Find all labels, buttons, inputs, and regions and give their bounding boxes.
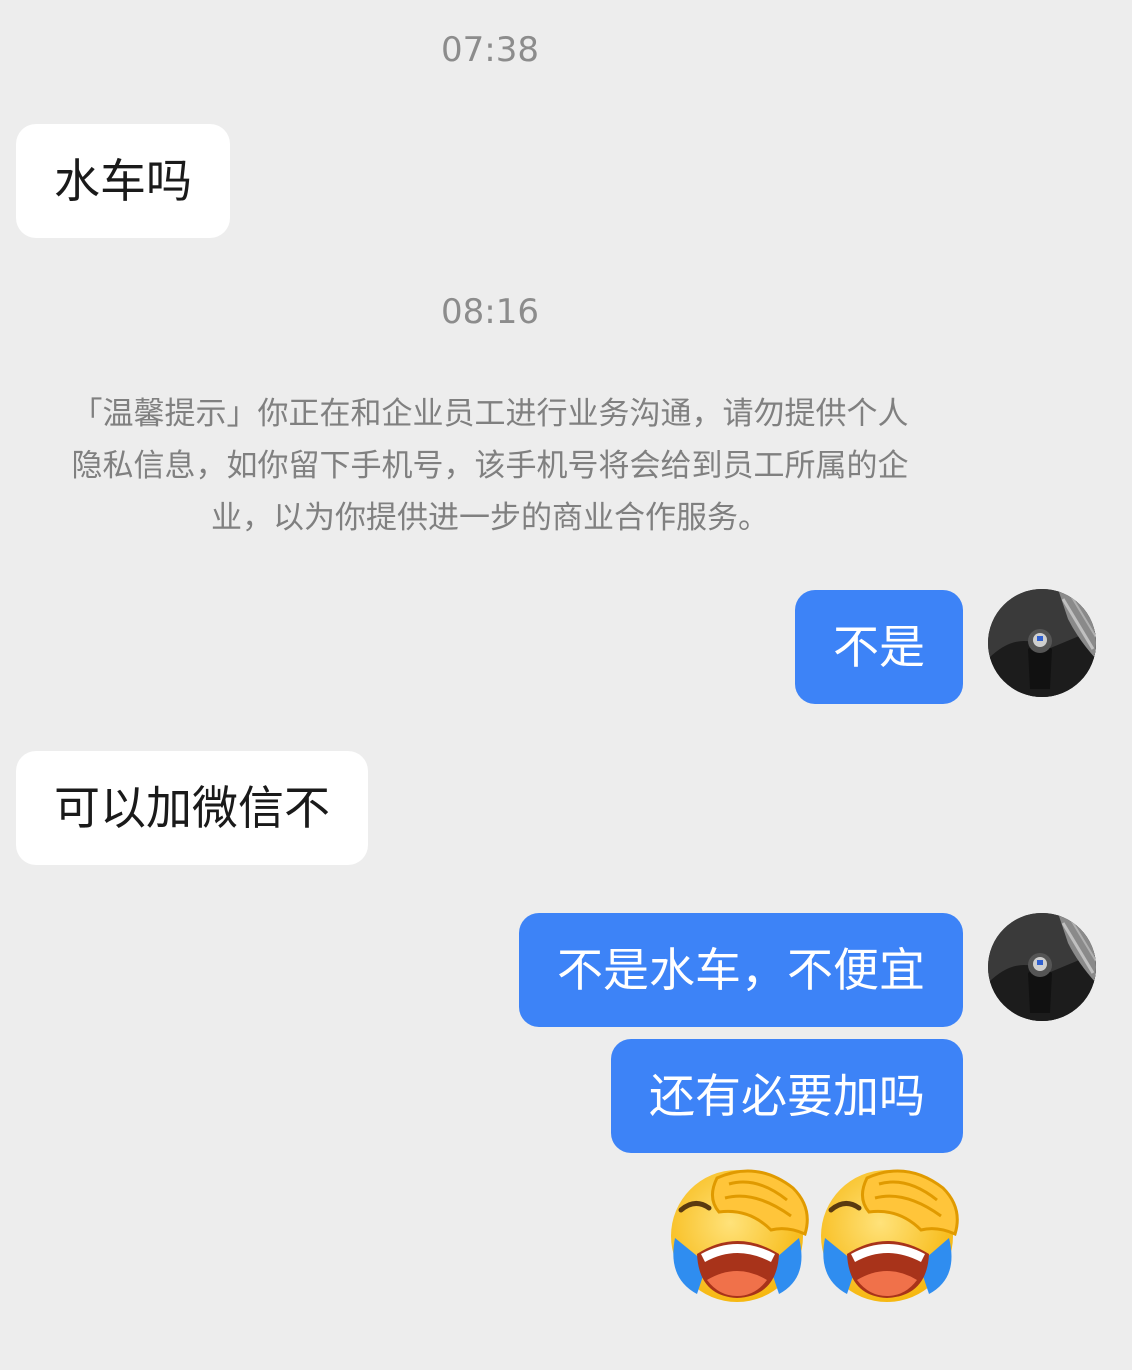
avatar[interactable] bbox=[988, 913, 1096, 1021]
notice-line: 业，以为你提供进一步的商业合作服务。 bbox=[211, 500, 769, 536]
facepalm-crying-emoji-icon[interactable] bbox=[667, 1168, 813, 1304]
timestamp: 07:38 bbox=[441, 30, 539, 70]
timestamp: 08:16 bbox=[441, 292, 539, 332]
incoming-message[interactable]: 水车吗 bbox=[16, 124, 230, 238]
outgoing-message[interactable]: 还有必要加吗 bbox=[611, 1039, 963, 1153]
avatar[interactable] bbox=[988, 589, 1096, 697]
system-notice: 「温馨提示」你正在和企业员工进行业务沟通，请勿提供个人 隐私信息，如你留下手机号… bbox=[0, 388, 980, 544]
notice-line: 隐私信息，如你留下手机号，该手机号将会给到员工所属的企 bbox=[71, 448, 909, 484]
incoming-message[interactable]: 可以加微信不 bbox=[16, 751, 368, 865]
gear-shift-avatar-icon bbox=[988, 589, 1096, 697]
outgoing-message[interactable]: 不是 bbox=[795, 590, 963, 704]
outgoing-message[interactable]: 不是水车，不便宜 bbox=[519, 913, 963, 1027]
notice-line: 「温馨提示」你正在和企业员工进行业务沟通，请勿提供个人 bbox=[71, 396, 909, 432]
facepalm-crying-emoji-icon[interactable] bbox=[817, 1168, 963, 1304]
gear-shift-avatar-icon bbox=[988, 913, 1096, 1021]
